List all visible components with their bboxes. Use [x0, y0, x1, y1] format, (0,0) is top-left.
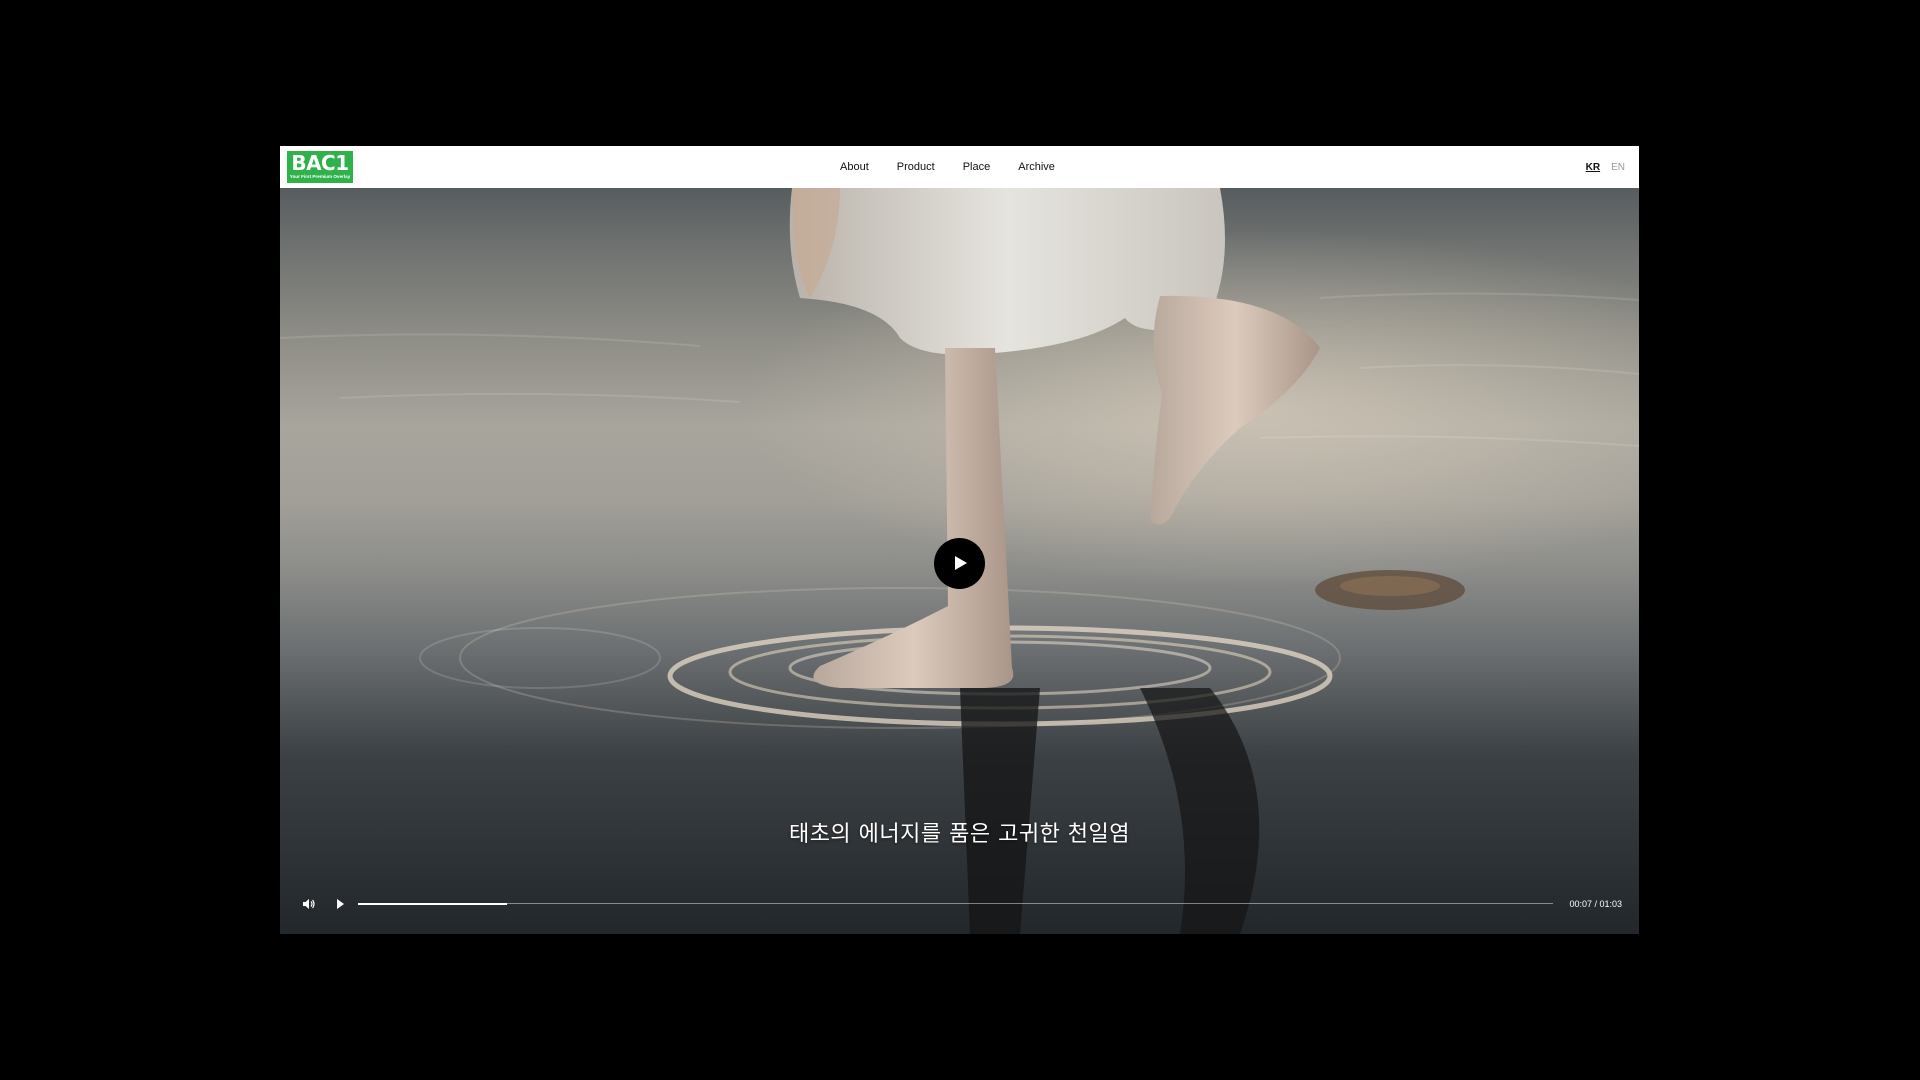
nav-item-place[interactable]: Place — [949, 161, 1005, 173]
language-en[interactable]: EN — [1611, 162, 1625, 173]
video-controls: 00:07 / 01:03 — [280, 890, 1639, 918]
play-icon — [955, 556, 967, 570]
main-nav: About Product Place Archive — [280, 146, 1639, 188]
nav-item-product[interactable]: Product — [883, 161, 949, 173]
nav-item-archive[interactable]: Archive — [1004, 161, 1069, 173]
volume-icon — [303, 899, 315, 909]
volume-button[interactable] — [302, 897, 316, 911]
time-display: 00:07 / 01:03 — [1569, 899, 1622, 909]
language-switcher: KR EN — [1586, 146, 1625, 188]
center-play-button[interactable] — [934, 538, 985, 589]
video-player[interactable]: 태초의 에너지를 품은 고귀한 천일염 00:07 / 01:03 — [280, 188, 1639, 934]
header: BAC1 Your First Premium Overlay About Pr… — [280, 146, 1639, 188]
play-icon — [337, 899, 344, 909]
video-subtitle: 태초의 에너지를 품은 고귀한 천일염 — [788, 822, 1131, 847]
progress-bar[interactable] — [358, 902, 1553, 905]
language-kr[interactable]: KR — [1586, 162, 1600, 173]
progress-fill — [358, 902, 508, 905]
nav-item-about[interactable]: About — [826, 161, 883, 173]
site-frame: BAC1 Your First Premium Overlay About Pr… — [280, 146, 1639, 934]
play-button[interactable] — [333, 897, 347, 911]
